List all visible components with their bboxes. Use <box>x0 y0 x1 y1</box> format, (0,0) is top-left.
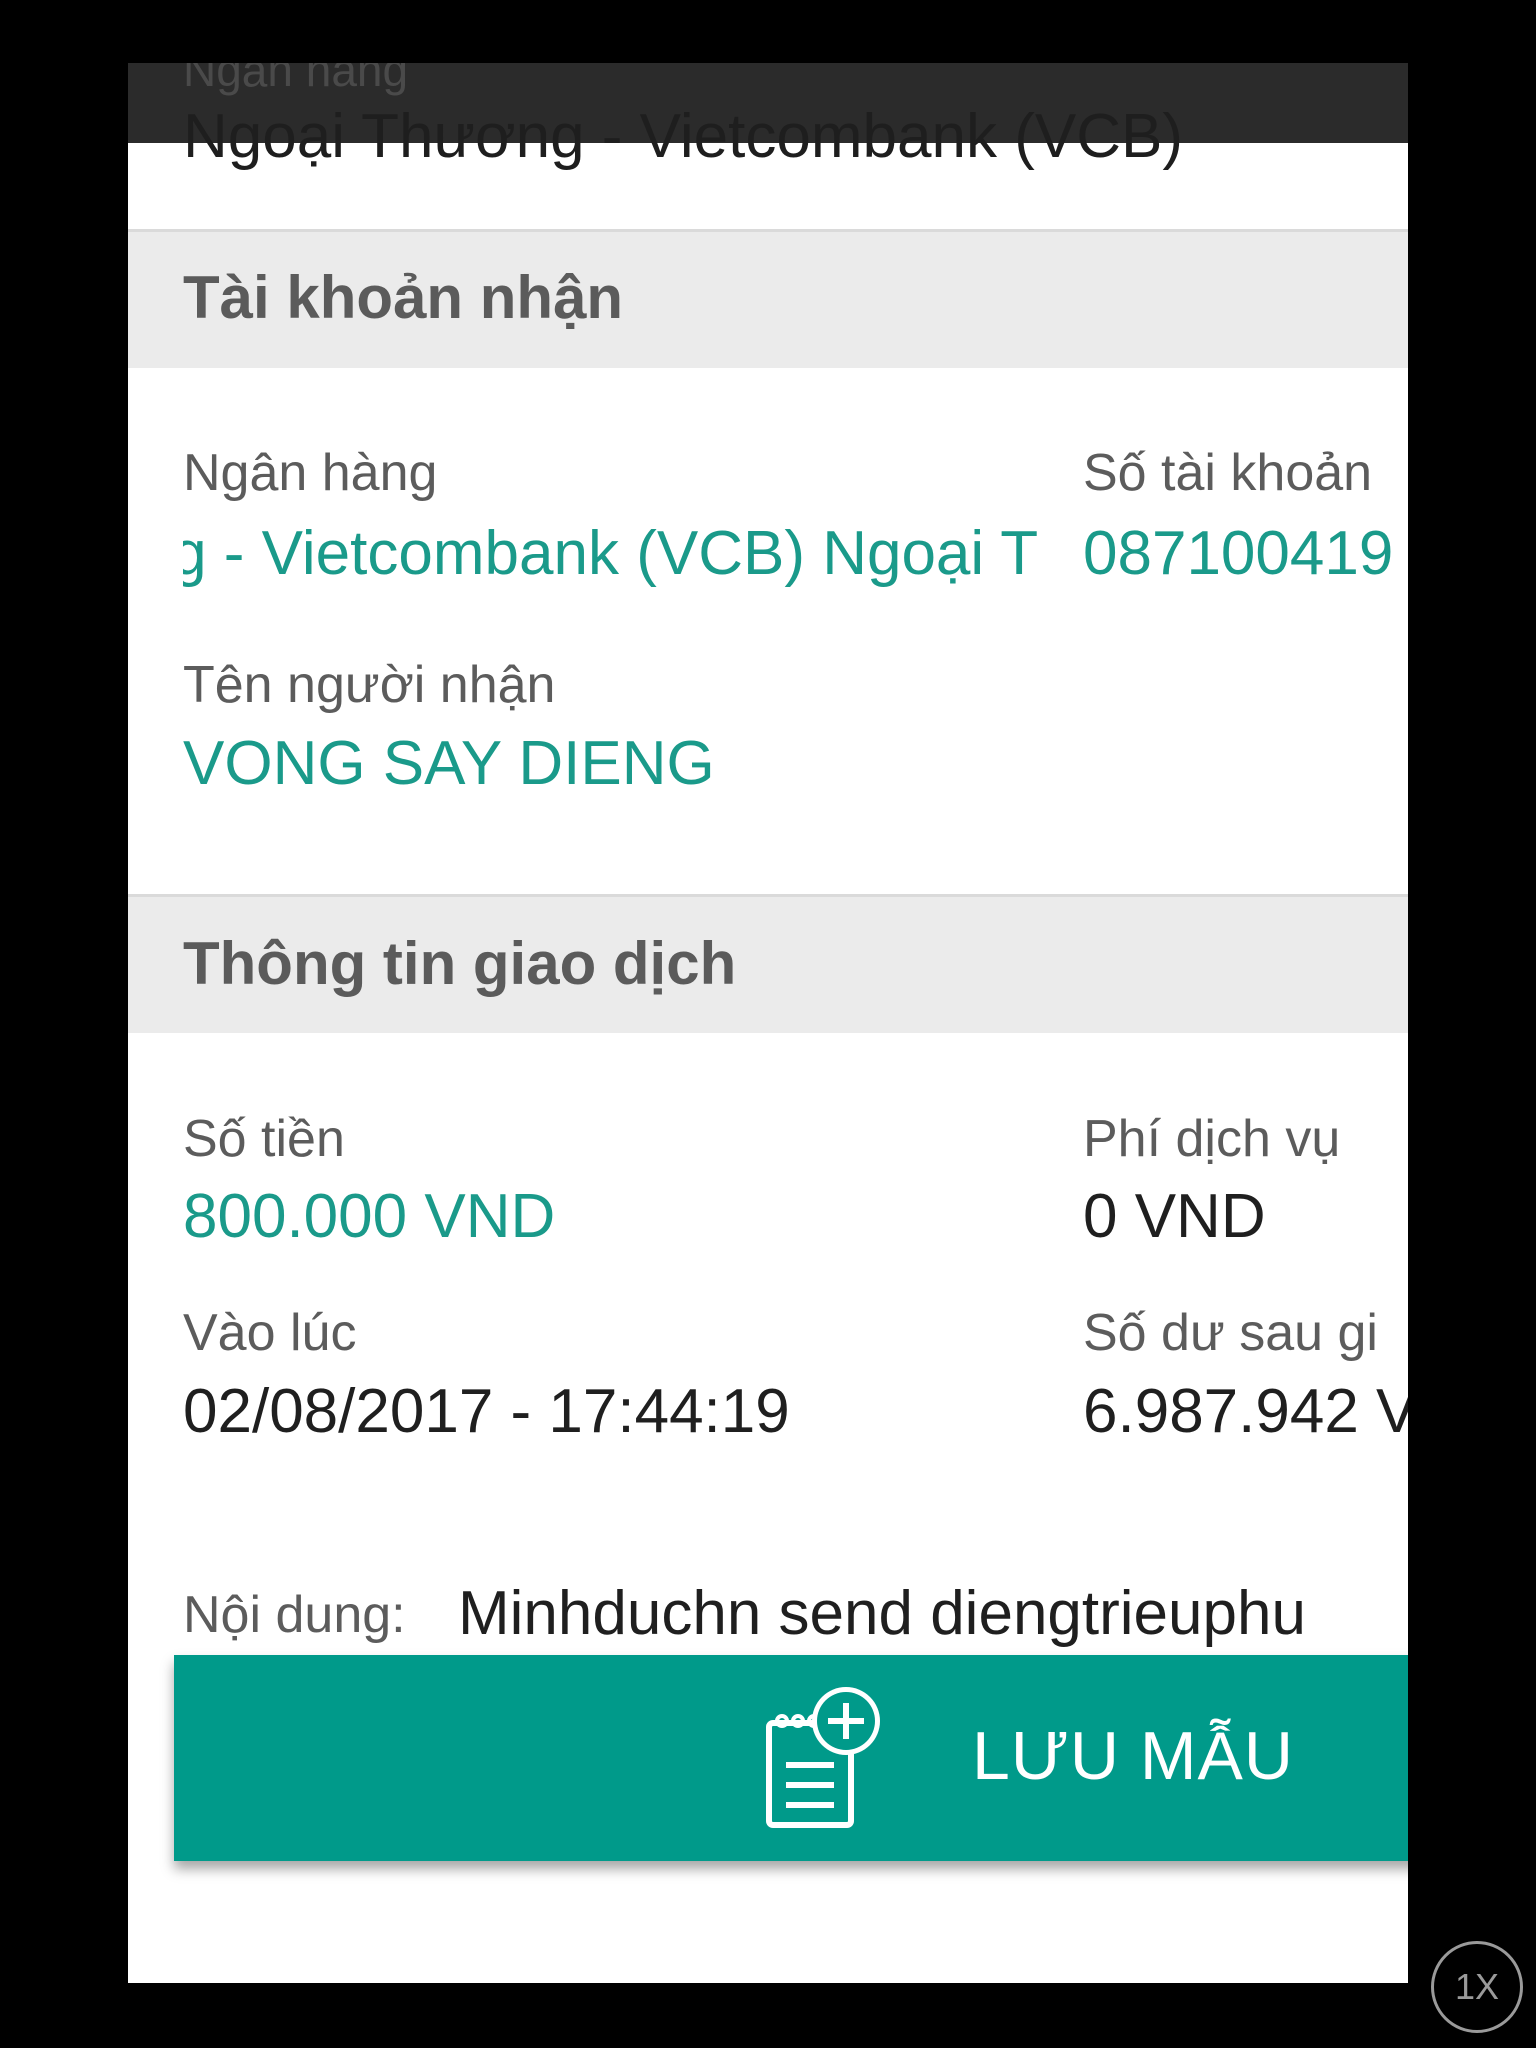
recipient-bank-label: Ngân hàng <box>183 444 438 502</box>
balance-label: Số dư sau gi <box>1083 1304 1378 1362</box>
account-number-value: 087100419 <box>1083 519 1394 588</box>
content-value: Minhduchn send diengtrieuphu <box>458 1579 1306 1648</box>
recipient-bank-marquee-text: Ngoại Thương - Vietcombank (VCB) Ngoại T <box>183 519 1039 588</box>
save-template-label: LƯU MẪU <box>972 1718 1294 1794</box>
save-template-button[interactable]: LƯU MẪU <box>174 1655 1408 1861</box>
amount-value: 800.000 VND <box>183 1182 556 1251</box>
time-label: Vào lúc <box>183 1304 357 1362</box>
fee-label: Phí dịch vụ <box>1083 1110 1341 1168</box>
recipient-name-label: Tên người nhận <box>183 656 556 714</box>
content-label: Nội dung: <box>183 1586 406 1644</box>
phone-screen: Ngân hàng Ngoại Thương - Vietcombank (VC… <box>128 63 1408 1983</box>
amount-label: Số tiền <box>183 1110 345 1168</box>
recipient-bank-value: Ngoại Thương - Vietcombank (VCB) Ngoại T <box>183 518 1053 608</box>
header-bank-label: Ngân hàng <box>183 63 409 96</box>
time-value: 02/08/2017 - 17:44:19 <box>183 1377 790 1446</box>
notepad-plus-icon <box>754 1683 884 1833</box>
account-number-label: Số tài khoản <box>1083 444 1373 502</box>
recipient-name-value: VONG SAY DIENG <box>183 729 715 798</box>
fee-value: 0 VND <box>1083 1182 1266 1251</box>
transaction-section-title: Thông tin giao dịch <box>183 930 737 997</box>
balance-value: 6.987.942 V <box>1083 1377 1408 1446</box>
header-bank-name: Ngoại Thương - Vietcombank (VCB) <box>183 102 1183 171</box>
recipient-section-title: Tài khoản nhận <box>183 264 624 331</box>
playback-speed-button[interactable]: 1X <box>1431 1941 1523 2033</box>
